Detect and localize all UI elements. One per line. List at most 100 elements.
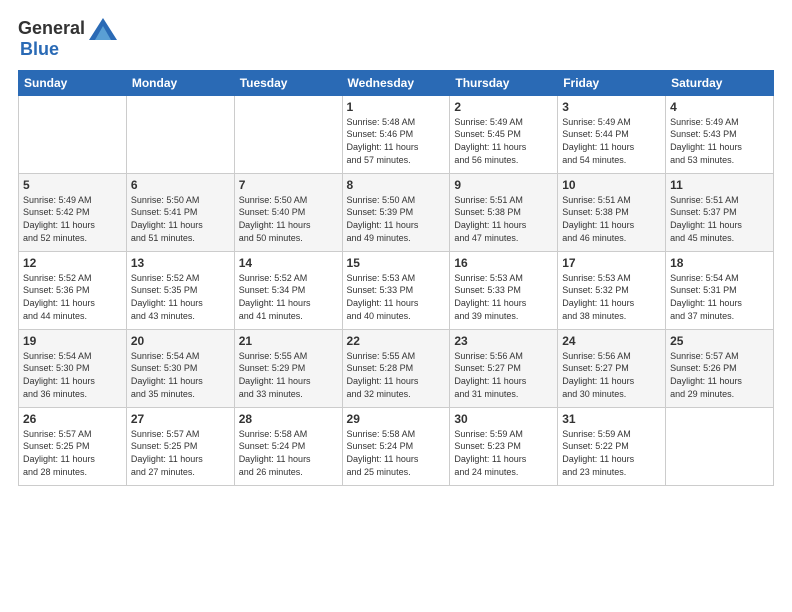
day-info: Sunrise: 5:56 AM Sunset: 5:27 PM Dayligh…	[562, 350, 661, 400]
calendar-day-cell: 12Sunrise: 5:52 AM Sunset: 5:36 PM Dayli…	[19, 251, 127, 329]
day-info: Sunrise: 5:51 AM Sunset: 5:38 PM Dayligh…	[454, 194, 553, 244]
day-number: 21	[239, 334, 338, 348]
day-number: 5	[23, 178, 122, 192]
weekday-header-row: SundayMondayTuesdayWednesdayThursdayFrid…	[19, 70, 774, 95]
weekday-header-thursday: Thursday	[450, 70, 558, 95]
calendar-day-cell: 24 Sunrise: 5:56 AM Sunset: 5:27 PM Dayli…	[558, 329, 666, 407]
day-number: 9	[454, 178, 553, 192]
day-number: 12	[23, 256, 122, 270]
calendar-day-cell: 15 Sunrise: 5:53 AM Sunset: 5:33 PM Dayli…	[342, 251, 450, 329]
calendar-table: SundayMondayTuesdayWednesdayThursdayFrid…	[18, 70, 774, 486]
day-number: 8	[347, 178, 446, 192]
day-number: 11	[670, 178, 769, 192]
day-info: Sunrise: 5:53 AM Sunset: 5:32 PM Dayligh…	[562, 272, 661, 322]
day-info: Sunrise: 5:57 AM Sunset: 5:26 PM Dayligh…	[670, 350, 769, 400]
day-info: Sunrise: 5:49 AM Sunset: 5:43 PM Dayligh…	[670, 116, 769, 166]
day-info: Sunrise: 5:55 AM Sunset: 5:28 PM Dayligh…	[347, 350, 446, 400]
calendar-day-cell: 28 Sunrise: 5:58 AM Sunset: 5:24 PM Dayli…	[234, 407, 342, 485]
day-number: 31	[562, 412, 661, 426]
calendar-empty-cell	[234, 95, 342, 173]
day-info: Sunrise: 5:54 AM Sunset: 5:30 PM Dayligh…	[131, 350, 230, 400]
calendar-day-cell: 16Sunrise: 5:53 AM Sunset: 5:33 PM Dayli…	[450, 251, 558, 329]
calendar-day-cell: 7 Sunrise: 5:50 AM Sunset: 5:40 PM Daylig…	[234, 173, 342, 251]
day-info: Sunrise: 5:49 AM Sunset: 5:42 PM Dayligh…	[23, 194, 122, 244]
calendar-day-cell: 8 Sunrise: 5:50 AM Sunset: 5:39 PM Daylig…	[342, 173, 450, 251]
day-number: 15	[347, 256, 446, 270]
calendar-day-cell: 27 Sunrise: 5:57 AM Sunset: 5:25 PM Dayli…	[126, 407, 234, 485]
calendar-day-cell: 1Sunrise: 5:48 AM Sunset: 5:46 PM Daylig…	[342, 95, 450, 173]
day-info: Sunrise: 5:56 AM Sunset: 5:27 PM Dayligh…	[454, 350, 553, 400]
day-number: 27	[131, 412, 230, 426]
logo-general-text: General	[18, 19, 85, 39]
calendar-week-row: 12Sunrise: 5:52 AM Sunset: 5:36 PM Dayli…	[19, 251, 774, 329]
day-info: Sunrise: 5:50 AM Sunset: 5:41 PM Dayligh…	[131, 194, 230, 244]
day-info: Sunrise: 5:58 AM Sunset: 5:24 PM Dayligh…	[239, 428, 338, 478]
day-number: 16	[454, 256, 553, 270]
day-number: 1	[347, 100, 446, 114]
day-info: Sunrise: 5:53 AM Sunset: 5:33 PM Dayligh…	[347, 272, 446, 322]
calendar-empty-cell	[126, 95, 234, 173]
day-number: 7	[239, 178, 338, 192]
calendar-day-cell: 11 Sunrise: 5:51 AM Sunset: 5:37 PM Dayli…	[666, 173, 774, 251]
calendar-empty-cell	[19, 95, 127, 173]
calendar-day-cell: 9 Sunrise: 5:51 AM Sunset: 5:38 PM Daylig…	[450, 173, 558, 251]
calendar-day-cell: 13Sunrise: 5:52 AM Sunset: 5:35 PM Dayli…	[126, 251, 234, 329]
calendar-day-cell: 22 Sunrise: 5:55 AM Sunset: 5:28 PM Dayli…	[342, 329, 450, 407]
weekday-header-wednesday: Wednesday	[342, 70, 450, 95]
day-info: Sunrise: 5:49 AM Sunset: 5:45 PM Dayligh…	[454, 116, 553, 166]
calendar-day-cell: 4 Sunrise: 5:49 AM Sunset: 5:43 PM Daylig…	[666, 95, 774, 173]
day-info: Sunrise: 5:57 AM Sunset: 5:25 PM Dayligh…	[23, 428, 122, 478]
day-info: Sunrise: 5:52 AM Sunset: 5:34 PM Dayligh…	[239, 272, 338, 322]
day-number: 4	[670, 100, 769, 114]
calendar-week-row: 19 Sunrise: 5:54 AM Sunset: 5:30 PM Dayli…	[19, 329, 774, 407]
calendar-day-cell: 26Sunrise: 5:57 AM Sunset: 5:25 PM Dayli…	[19, 407, 127, 485]
calendar-day-cell: 2 Sunrise: 5:49 AM Sunset: 5:45 PM Daylig…	[450, 95, 558, 173]
calendar-day-cell: 23 Sunrise: 5:56 AM Sunset: 5:27 PM Dayli…	[450, 329, 558, 407]
day-info: Sunrise: 5:58 AM Sunset: 5:24 PM Dayligh…	[347, 428, 446, 478]
day-number: 14	[239, 256, 338, 270]
calendar-week-row: 26Sunrise: 5:57 AM Sunset: 5:25 PM Dayli…	[19, 407, 774, 485]
calendar-day-cell: 6Sunrise: 5:50 AM Sunset: 5:41 PM Daylig…	[126, 173, 234, 251]
weekday-header-saturday: Saturday	[666, 70, 774, 95]
calendar-day-cell: 19 Sunrise: 5:54 AM Sunset: 5:30 PM Dayli…	[19, 329, 127, 407]
weekday-header-tuesday: Tuesday	[234, 70, 342, 95]
calendar-day-cell: 25 Sunrise: 5:57 AM Sunset: 5:26 PM Dayli…	[666, 329, 774, 407]
weekday-header-monday: Monday	[126, 70, 234, 95]
day-info: Sunrise: 5:59 AM Sunset: 5:22 PM Dayligh…	[562, 428, 661, 478]
weekday-header-sunday: Sunday	[19, 70, 127, 95]
day-info: Sunrise: 5:52 AM Sunset: 5:35 PM Dayligh…	[131, 272, 230, 322]
day-number: 2	[454, 100, 553, 114]
logo: General Blue	[18, 18, 117, 60]
calendar-week-row: 5 Sunrise: 5:49 AM Sunset: 5:42 PM Daylig…	[19, 173, 774, 251]
page: General Blue SundayMondayTuesdayWednesda…	[0, 0, 792, 612]
calendar-day-cell: 17Sunrise: 5:53 AM Sunset: 5:32 PM Dayli…	[558, 251, 666, 329]
day-number: 18	[670, 256, 769, 270]
day-info: Sunrise: 5:50 AM Sunset: 5:39 PM Dayligh…	[347, 194, 446, 244]
day-number: 28	[239, 412, 338, 426]
weekday-header-friday: Friday	[558, 70, 666, 95]
day-number: 23	[454, 334, 553, 348]
day-number: 24	[562, 334, 661, 348]
day-info: Sunrise: 5:50 AM Sunset: 5:40 PM Dayligh…	[239, 194, 338, 244]
day-number: 22	[347, 334, 446, 348]
day-info: Sunrise: 5:55 AM Sunset: 5:29 PM Dayligh…	[239, 350, 338, 400]
calendar-day-cell: 21 Sunrise: 5:55 AM Sunset: 5:29 PM Dayli…	[234, 329, 342, 407]
calendar-day-cell: 18Sunrise: 5:54 AM Sunset: 5:31 PM Dayli…	[666, 251, 774, 329]
day-info: Sunrise: 5:51 AM Sunset: 5:37 PM Dayligh…	[670, 194, 769, 244]
calendar-day-cell: 29Sunrise: 5:58 AM Sunset: 5:24 PM Dayli…	[342, 407, 450, 485]
day-info: Sunrise: 5:57 AM Sunset: 5:25 PM Dayligh…	[131, 428, 230, 478]
calendar-day-cell: 31 Sunrise: 5:59 AM Sunset: 5:22 PM Dayli…	[558, 407, 666, 485]
day-number: 3	[562, 100, 661, 114]
day-number: 20	[131, 334, 230, 348]
calendar-day-cell: 5 Sunrise: 5:49 AM Sunset: 5:42 PM Daylig…	[19, 173, 127, 251]
day-number: 25	[670, 334, 769, 348]
calendar-day-cell: 10Sunrise: 5:51 AM Sunset: 5:38 PM Dayli…	[558, 173, 666, 251]
day-info: Sunrise: 5:54 AM Sunset: 5:30 PM Dayligh…	[23, 350, 122, 400]
header: General Blue	[18, 18, 774, 60]
day-number: 19	[23, 334, 122, 348]
calendar-day-cell: 14 Sunrise: 5:52 AM Sunset: 5:34 PM Dayli…	[234, 251, 342, 329]
calendar-day-cell: 20 Sunrise: 5:54 AM Sunset: 5:30 PM Dayli…	[126, 329, 234, 407]
day-info: Sunrise: 5:49 AM Sunset: 5:44 PM Dayligh…	[562, 116, 661, 166]
logo-blue-text: Blue	[20, 40, 59, 60]
calendar-empty-cell	[666, 407, 774, 485]
